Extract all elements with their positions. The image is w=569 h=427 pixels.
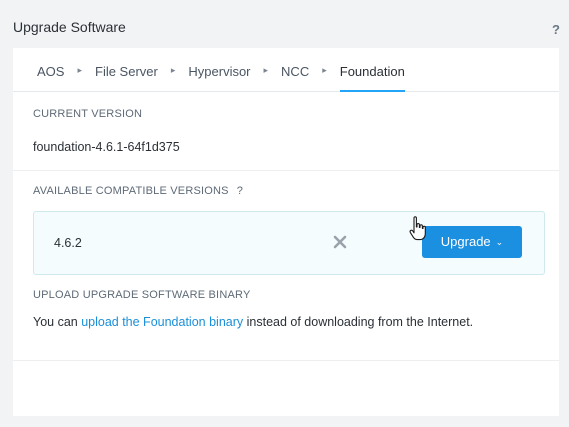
tab-separator: ▸ bbox=[263, 65, 269, 75]
tab-hypervisor[interactable]: Hypervisor bbox=[188, 48, 250, 92]
available-versions-label-text: AVAILABLE COMPATIBLE VERSIONS bbox=[33, 185, 229, 197]
tab-ncc[interactable]: NCC bbox=[281, 48, 309, 92]
tab-foundation[interactable]: Foundation bbox=[339, 48, 405, 92]
help-icon[interactable]: ? bbox=[552, 22, 560, 37]
tab-aos[interactable]: AOS bbox=[37, 48, 64, 92]
upgrade-button[interactable]: Upgrade ⌄ bbox=[422, 226, 522, 258]
section-divider bbox=[13, 360, 559, 361]
upload-text-after: instead of downloading from the Internet… bbox=[243, 315, 474, 329]
version-number: 4.6.2 bbox=[54, 236, 82, 250]
current-version-label: CURRENT VERSION bbox=[33, 108, 143, 120]
tab-bar: AOS ▸ File Server ▸ Hypervisor ▸ NCC ▸ F… bbox=[13, 48, 559, 92]
version-card: 4.6.2 Upgrade ⌄ bbox=[33, 211, 545, 275]
available-versions-label: AVAILABLE COMPATIBLE VERSIONS? bbox=[33, 185, 243, 197]
chevron-down-icon: ⌄ bbox=[495, 237, 504, 247]
close-icon[interactable] bbox=[332, 234, 348, 250]
tab-file-server[interactable]: File Server bbox=[95, 48, 158, 92]
upload-binary-text: You can upload the Foundation binary ins… bbox=[33, 315, 473, 329]
current-version-value: foundation-4.6.1-64f1d375 bbox=[33, 140, 180, 154]
upgrade-button-label: Upgrade bbox=[440, 234, 491, 249]
available-versions-help-icon[interactable]: ? bbox=[237, 185, 243, 197]
tab-separator: ▸ bbox=[170, 65, 176, 75]
upload-binary-label: UPLOAD UPGRADE SOFTWARE BINARY bbox=[33, 289, 251, 301]
section-divider bbox=[13, 170, 559, 171]
upload-text-before: You can bbox=[33, 315, 82, 329]
dialog-title: Upgrade Software bbox=[13, 19, 126, 35]
hand-cursor-icon bbox=[409, 216, 426, 241]
upgrade-panel: AOS ▸ File Server ▸ Hypervisor ▸ NCC ▸ F… bbox=[13, 48, 559, 416]
upload-binary-link[interactable]: upload the Foundation binary bbox=[81, 315, 243, 329]
tab-separator: ▸ bbox=[77, 65, 82, 75]
tab-separator: ▸ bbox=[322, 65, 327, 75]
